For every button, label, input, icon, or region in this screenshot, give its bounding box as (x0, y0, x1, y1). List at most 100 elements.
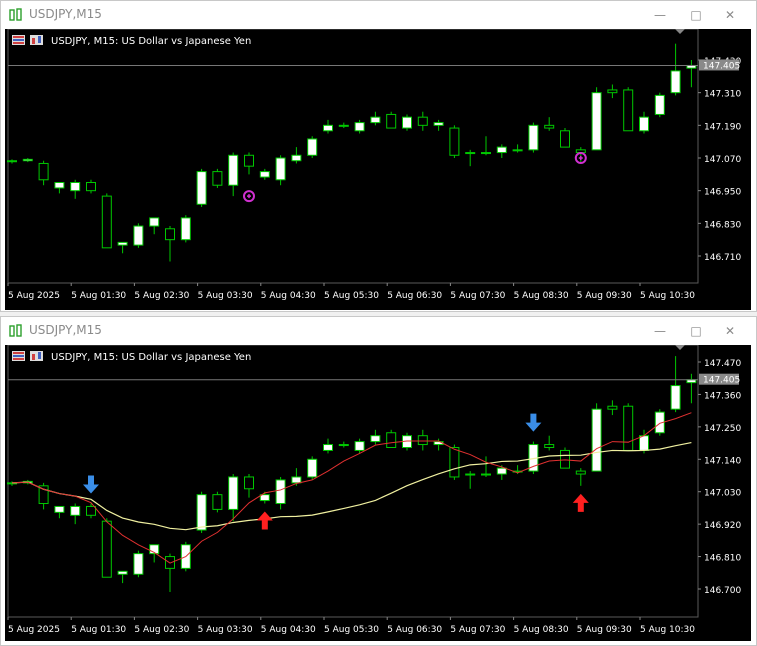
window-titlebar[interactable]: USDJPY,M15 — □ ✕ (1, 1, 756, 29)
time-tick-label: 5 Aug 10:30 (640, 291, 695, 301)
candle-body (417, 435, 428, 446)
candle-body (228, 476, 239, 510)
time-tick-label: 5 Aug 04:30 (261, 291, 316, 301)
price-tick-label: 147.030 (704, 489, 741, 499)
candle-body (607, 405, 618, 410)
chart-window-bottom[interactable]: USDJPY,M15 — □ ✕ USDJPY, M15: US Dollar … (0, 316, 757, 646)
candle (686, 373, 697, 404)
candle-body (544, 444, 555, 448)
minimize-button[interactable]: — (649, 5, 671, 25)
candlestick-chart-svg[interactable]: USDJPY, M15: US Dollar vs Japanese Yen 1… (5, 344, 751, 641)
price-tick-label: 147.470 (704, 359, 741, 369)
candle-body (639, 435, 649, 451)
candle (338, 441, 349, 448)
candle-body (639, 116, 649, 132)
candle-body (7, 160, 17, 163)
price-tick-label: 147.190 (704, 122, 741, 132)
maximize-button[interactable]: □ (685, 5, 707, 25)
candle-body (165, 228, 175, 241)
time-tick-label: 5 Aug 03:30 (198, 625, 253, 635)
window-titlebar[interactable]: USDJPY,M15 — □ ✕ (1, 317, 756, 345)
price-tick-label: 147.360 (704, 391, 741, 401)
candle (323, 438, 333, 454)
candle (133, 223, 144, 248)
candle (386, 111, 397, 129)
chart-window-top[interactable]: USDJPY,M15 — □ ✕ USDJPY, M15: US Dollar … (0, 0, 757, 312)
candle-body (307, 458, 318, 478)
candle (354, 119, 365, 134)
price-chart[interactable]: USDJPY, M15: US Dollar vs Japanese Yen 1… (5, 344, 751, 641)
time-axis: 5 Aug 2025 5 Aug 01:30 5 Aug 02:30 5 Aug 03… (7, 283, 695, 301)
candle (117, 570, 128, 584)
candle (417, 111, 428, 131)
time-tick-label: 5 Aug 02:30 (134, 291, 189, 301)
candle-body (244, 154, 254, 167)
close-button[interactable]: ✕ (719, 321, 741, 341)
candle (259, 168, 270, 180)
sell-arrow-icon (83, 475, 99, 494)
price-tick-label: 147.070 (704, 155, 741, 165)
price-tick-label: 147.250 (704, 424, 741, 434)
candle-body (117, 570, 128, 575)
candle (70, 179, 81, 199)
candle (528, 122, 539, 153)
candle (180, 215, 191, 243)
candle (607, 400, 618, 416)
candle (228, 152, 239, 197)
candle (544, 117, 555, 131)
time-tick-label: 5 Aug 2025 (8, 291, 60, 301)
price-tick-label: 146.700 (704, 586, 741, 596)
candle-body (54, 182, 65, 189)
minimize-button[interactable]: — (649, 321, 671, 341)
candle-body (212, 494, 223, 510)
price-chart[interactable]: USDJPY, M15: US Dollar vs Japanese Yen 1… (5, 28, 751, 310)
candle-body (117, 241, 128, 246)
candle (117, 241, 128, 254)
candle-body (22, 158, 33, 162)
time-tick-label: 5 Aug 04:30 (261, 625, 316, 635)
market-watch-icon (12, 351, 25, 361)
candle (291, 147, 302, 164)
candle-body (149, 217, 160, 227)
candlestick-chart-svg[interactable]: USDJPY, M15: US Dollar vs Japanese Yen 1… (5, 28, 751, 310)
close-button[interactable]: ✕ (719, 5, 741, 25)
candle (560, 447, 570, 469)
candle (149, 544, 160, 563)
candle-body (528, 124, 539, 151)
candle-body (449, 127, 460, 156)
buy-arrow-icon (572, 493, 589, 512)
chart-window-icon (9, 8, 22, 21)
current-price-tag: 147.405 (699, 59, 740, 71)
maximize-button[interactable]: □ (685, 321, 707, 341)
price-tick-label: 146.810 (704, 554, 741, 564)
candle (417, 429, 428, 451)
candle (607, 84, 618, 99)
candle-body (323, 444, 333, 451)
candle (402, 114, 412, 131)
candle-body (417, 116, 428, 126)
candle-body (354, 122, 365, 132)
candle-body (338, 444, 349, 447)
time-tick-label: 5 Aug 09:30 (577, 625, 632, 635)
candle-body (560, 130, 570, 148)
price-axis: 147.470 147.360 147.250 147.140 147.030 146.9… (698, 359, 741, 596)
candle (54, 182, 65, 194)
candle (591, 403, 602, 472)
candle-body (354, 441, 365, 451)
candle-body (496, 146, 507, 154)
chart-shift-marker (675, 345, 685, 350)
candle-body (275, 157, 286, 181)
candle-body (291, 476, 302, 484)
candle-body (196, 494, 207, 531)
candle-body (259, 494, 270, 502)
time-tick-label: 5 Aug 09:30 (577, 291, 632, 301)
chart-symbol-label: USDJPY, M15: US Dollar vs Japanese Yen (51, 352, 251, 363)
time-axis: 5 Aug 2025 5 Aug 01:30 5 Aug 02:30 5 Aug 03… (7, 617, 695, 635)
candle-body (465, 152, 476, 155)
signal-circle-marker (243, 190, 255, 203)
candle (338, 122, 349, 129)
candle-body (449, 446, 460, 478)
candle (623, 403, 634, 451)
market-watch-icon (12, 35, 25, 45)
candle (275, 476, 286, 510)
